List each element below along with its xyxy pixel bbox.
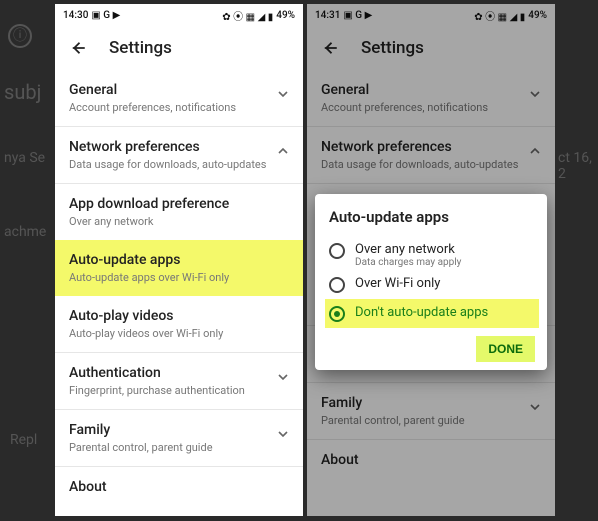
section-title: Network preferences <box>321 139 541 155</box>
background-page-right: ct 16, 2 <box>558 0 598 521</box>
option-wifi-only[interactable]: Over Wi-Fi only <box>329 272 535 297</box>
chevron-down-icon <box>275 86 291 102</box>
section-subtitle: Account preferences, notifications <box>69 101 289 114</box>
status-right-icons: ✿ ⦿ ▦ ◢ ▮ <box>222 8 273 23</box>
section-auto-update[interactable]: Auto-update apps Auto-update apps over W… <box>55 240 303 296</box>
section-subtitle: Data usage for downloads, auto-updates <box>321 158 541 171</box>
section-subtitle: Account preferences, notifications <box>321 101 541 114</box>
section-network[interactable]: Network preferences Data usage for downl… <box>307 127 555 184</box>
section-network[interactable]: Network preferences Data usage for downl… <box>55 127 303 184</box>
option-dont-update[interactable]: Don't auto-update apps <box>325 299 539 328</box>
section-subtitle: Auto-play videos over Wi-Fi only <box>69 327 289 340</box>
section-subtitle: Over any network <box>69 215 289 228</box>
section-title: Authentication <box>69 365 289 381</box>
status-left-icons: ▣ G ▶ <box>343 10 372 21</box>
option-label: Over any network <box>355 242 461 257</box>
bg-sender-fragment: nya Se <box>4 150 45 166</box>
option-label: Over Wi-Fi only <box>355 276 440 291</box>
page-title: Settings <box>361 38 424 58</box>
section-general[interactable]: General Account preferences, notificatio… <box>307 70 555 127</box>
status-left-icons: ▣ G ▶ <box>91 10 120 21</box>
section-title: Auto-play videos <box>69 308 289 324</box>
bg-date-fragment: ct 16, 2 <box>558 150 594 182</box>
section-title: General <box>69 82 289 98</box>
section-title: About <box>69 479 289 495</box>
page-title: Settings <box>109 38 172 58</box>
back-icon[interactable] <box>321 39 339 57</box>
section-subtitle: Fingerprint, purchase authentication <box>69 384 289 397</box>
phone-left: 14:30 ▣ G ▶ ✿ ⦿ ▦ ◢ ▮ 49% Settings Gener… <box>55 4 303 516</box>
chevron-up-icon <box>275 143 291 159</box>
status-battery: 49% <box>528 10 547 21</box>
section-authentication[interactable]: Authentication Fingerprint, purchase aut… <box>55 353 303 410</box>
section-general[interactable]: General Account preferences, notificatio… <box>55 70 303 127</box>
section-title: Auto-update apps <box>69 252 289 268</box>
dialog-actions: DONE <box>329 336 535 362</box>
background-page-left: ⓘ subj nya Se achme Repl <box>0 0 55 521</box>
section-title: App download preference <box>69 196 289 212</box>
section-subtitle: Parental control, parent guide <box>69 441 289 454</box>
phone-pair: 14:30 ▣ G ▶ ✿ ⦿ ▦ ◢ ▮ 49% Settings Gener… <box>55 4 555 516</box>
option-any-network[interactable]: Over any network Data charges may apply <box>329 238 535 272</box>
section-app-download[interactable]: App download preference Over any network <box>55 184 303 240</box>
radio-icon[interactable] <box>329 243 345 259</box>
bg-reply-fragment: Repl <box>10 432 37 448</box>
section-family[interactable]: Family Parental control, parent guide <box>55 410 303 467</box>
section-title: Network preferences <box>69 139 289 155</box>
radio-icon[interactable] <box>329 277 345 293</box>
status-battery: 49% <box>276 10 295 21</box>
dialog-title: Auto-update apps <box>329 208 535 226</box>
status-bar: 14:30 ▣ G ▶ ✿ ⦿ ▦ ◢ ▮ 49% <box>55 4 303 26</box>
phone-right: 14:31 ▣ G ▶ ✿ ⦿ ▦ ◢ ▮ 49% Settings Gener… <box>307 4 555 516</box>
app-header: Settings <box>307 26 555 70</box>
done-button[interactable]: DONE <box>476 336 535 362</box>
status-time: 14:31 <box>315 10 340 21</box>
status-bar: 14:31 ▣ G ▶ ✿ ⦿ ▦ ◢ ▮ 49% <box>307 4 555 26</box>
app-header: Settings <box>55 26 303 70</box>
section-auto-play[interactable]: Auto-play videos Auto-play videos over W… <box>55 296 303 353</box>
section-title: About <box>321 452 541 468</box>
section-title: Family <box>69 422 289 438</box>
option-label: Don't auto-update apps <box>355 305 488 320</box>
bg-attachment-fragment: achme <box>4 224 46 240</box>
status-time: 14:30 <box>63 10 88 21</box>
back-icon[interactable] <box>69 39 87 57</box>
status-right-icons: ✿ ⦿ ▦ ◢ ▮ <box>474 8 525 23</box>
section-subtitle: Auto-update apps over Wi-Fi only <box>69 271 289 284</box>
option-sublabel: Data charges may apply <box>355 257 461 268</box>
section-title: Family <box>321 395 541 411</box>
chevron-down-icon <box>275 426 291 442</box>
section-subtitle: Data usage for downloads, auto-updates <box>69 158 289 171</box>
auto-update-dialog: Auto-update apps Over any network Data c… <box>315 194 547 370</box>
info-icon: ⓘ <box>8 24 32 48</box>
chevron-down-icon <box>275 369 291 385</box>
settings-list[interactable]: General Account preferences, notificatio… <box>55 70 303 516</box>
bg-subject-label: subj <box>4 80 41 104</box>
section-title: General <box>321 82 541 98</box>
chevron-down-icon <box>527 399 543 415</box>
section-family[interactable]: Family Parental control, parent guide <box>307 383 555 440</box>
radio-icon-selected[interactable] <box>329 306 345 322</box>
section-subtitle: Parental control, parent guide <box>321 414 541 427</box>
chevron-up-icon <box>527 143 543 159</box>
section-about[interactable]: About <box>307 440 555 475</box>
chevron-down-icon <box>527 86 543 102</box>
section-about[interactable]: About <box>55 467 303 502</box>
